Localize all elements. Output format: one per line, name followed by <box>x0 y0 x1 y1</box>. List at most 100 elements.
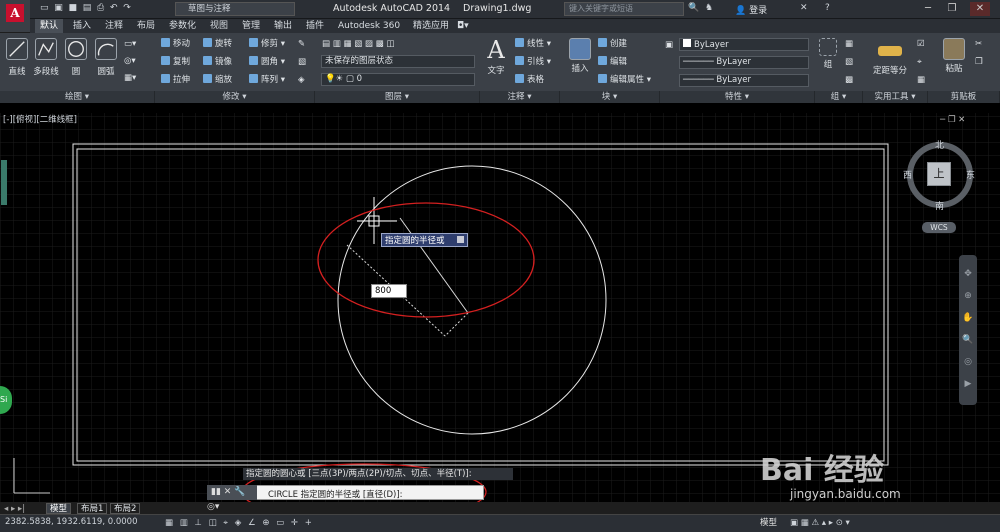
edit-block-button[interactable]: 编辑 <box>598 56 627 68</box>
print-icon[interactable]: ⎙ <box>97 3 104 13</box>
rotate-button[interactable]: 旋转 <box>203 38 232 50</box>
scale-button[interactable]: 缩放 <box>203 74 232 86</box>
navigation-bar[interactable]: ✥ ⊕ ✋ 🔍 ◎ ▶ <box>959 255 977 405</box>
login-button[interactable]: 👤 登录 <box>735 3 767 16</box>
region-icon[interactable]: ▦▾ <box>124 72 136 84</box>
group-button[interactable]: 组 <box>817 38 839 70</box>
panel-annotation-title[interactable]: 注释 ▾ <box>480 91 560 103</box>
copy-clip-icon[interactable]: ❐ <box>975 56 983 68</box>
rectangle-icon[interactable]: ▭▾ <box>124 38 136 50</box>
command-line-controls[interactable]: ▮▮ ✕ 🔧 ◎▾ <box>207 485 257 512</box>
search-input[interactable]: 键入关键字或短语 <box>564 2 684 16</box>
quick-select-icon[interactable]: ☑ <box>917 38 925 50</box>
minimize-button[interactable]: ─ <box>918 2 938 16</box>
panel-properties-title[interactable]: 特性 ▾ <box>660 91 815 103</box>
maximize-button[interactable]: ❐ <box>942 2 962 16</box>
layer-state-dropdown[interactable]: 未保存的图层状态 <box>321 55 475 68</box>
panel-block-title[interactable]: 块 ▾ <box>560 91 660 103</box>
panel-utilities-title[interactable]: 实用工具 ▾ <box>863 91 928 103</box>
infocenter-icon[interactable]: ♞ <box>705 3 713 16</box>
id-point-icon[interactable]: ⌖ <box>917 56 922 68</box>
drafting-toggles-icons[interactable]: ▦ ▥ ⊥ ◫ ⌖ ◈ ∠ ⊕ ▭ ✛ + <box>165 517 314 529</box>
save-icon[interactable]: ■ <box>69 3 78 13</box>
panel-draw-title[interactable]: 绘图 ▾ <box>0 91 155 103</box>
erase-icon[interactable]: ✎ <box>298 38 305 50</box>
layer-tools-icons[interactable]: ▤ ▥ ▦ ▧ ▨ ▩ ◫ <box>322 38 394 50</box>
viewcube-east[interactable]: 东 <box>966 168 975 181</box>
tab-toggle-icon[interactable]: ◘▾ <box>452 19 474 33</box>
viewcube-south[interactable]: 南 <box>935 199 944 212</box>
offset-icon[interactable]: ◈ <box>298 74 305 86</box>
tab-parametric[interactable]: 参数化 <box>164 19 201 33</box>
measure-button[interactable]: 定距等分 <box>870 38 910 76</box>
line-button[interactable]: 直线 <box>4 38 30 77</box>
copy-button[interactable]: 复制 <box>161 56 190 68</box>
open-icon[interactable]: ▣ <box>54 3 63 13</box>
redo-icon[interactable]: ↷ <box>123 3 131 13</box>
calculator-icon[interactable]: ▦ <box>917 74 925 86</box>
tab-layout1[interactable]: 布局1 <box>77 503 108 514</box>
edit-attributes-button[interactable]: 编辑属性 ▾ <box>598 74 651 86</box>
viewcube-top-face[interactable]: 上 <box>927 162 951 186</box>
navigation-tools-icons[interactable]: ✥ ⊕ ✋ 🔍 ◎ ▶ <box>959 255 977 395</box>
side-palette-handle[interactable] <box>1 160 7 205</box>
mirror-button[interactable]: 镜像 <box>203 56 232 68</box>
tab-layout[interactable]: 布局 <box>132 19 160 33</box>
search-icon[interactable]: 🔍 <box>688 3 699 16</box>
panel-modify-title[interactable]: 修改 ▾ <box>155 91 315 103</box>
tab-autodesk360[interactable]: Autodesk 360 <box>333 19 405 33</box>
color-dropdown[interactable]: ByLayer <box>679 38 809 51</box>
linear-button[interactable]: 线性 ▾ <box>515 38 551 50</box>
table-button[interactable]: 表格 <box>515 74 544 86</box>
tab-output[interactable]: 输出 <box>269 19 297 33</box>
tab-plugins[interactable]: 插件 <box>301 19 329 33</box>
insert-button[interactable]: 插入 <box>566 38 594 74</box>
undo-icon[interactable]: ↶ <box>110 3 118 13</box>
tab-insert[interactable]: 插入 <box>68 19 96 33</box>
drawing-area-graphics[interactable] <box>0 103 1000 502</box>
stretch-button[interactable]: 拉伸 <box>161 74 190 86</box>
model-space-button[interactable]: 模型 <box>760 516 777 528</box>
app-menu-button[interactable]: A <box>0 0 30 32</box>
tab-manage[interactable]: 管理 <box>237 19 265 33</box>
circle-button[interactable]: 圆 <box>63 38 89 77</box>
exchange-icon[interactable]: ✕ <box>800 3 808 16</box>
new-icon[interactable]: ▭ <box>40 3 49 13</box>
explode-icon[interactable]: ▧ <box>298 56 306 68</box>
cut-icon[interactable]: ✂ <box>975 38 982 50</box>
tab-view[interactable]: 视图 <box>205 19 233 33</box>
command-close-icon[interactable]: ▮▮ ✕ 🔧 ◎▾ <box>207 487 245 512</box>
create-block-button[interactable]: 创建 <box>598 38 627 50</box>
tab-annotate[interactable]: 注释 <box>100 19 128 33</box>
tab-model[interactable]: 模型 <box>46 503 72 514</box>
group-edit-icon[interactable]: ▧ <box>845 56 853 68</box>
viewport-label[interactable]: [-][俯视][二维线框] <box>3 113 77 125</box>
leader-button[interactable]: 引线 ▾ <box>515 56 551 68</box>
paste-button[interactable]: 粘贴 <box>942 38 966 74</box>
viewcube-north[interactable]: 北 <box>935 138 944 151</box>
panel-clipboard-title[interactable]: 剪贴板 <box>928 91 1000 103</box>
viewport-controls-icon[interactable]: ─ ❐ ✕ <box>940 114 965 126</box>
text-button[interactable]: A 文字 <box>483 36 509 76</box>
wcs-menu[interactable]: WCS <box>922 222 956 233</box>
hatch-icon[interactable]: ◎▾ <box>124 55 136 67</box>
tooltip-option-icon[interactable] <box>456 236 464 243</box>
workspace-dropdown[interactable]: 草图与注释 <box>175 2 295 16</box>
trim-button[interactable]: 修剪 ▾ <box>249 38 285 50</box>
save-as-icon[interactable]: ▤ <box>83 3 92 13</box>
ungroup-icon[interactable]: ▦ <box>845 38 853 50</box>
quick-access-toolbar[interactable]: ▭ ▣ ■ ▤ ⎙ ↶ ↷ <box>40 3 131 16</box>
lineweight-dropdown[interactable]: ────── ByLayer <box>679 74 809 87</box>
radius-dynamic-input[interactable]: 800 <box>371 284 407 298</box>
current-layer-dropdown[interactable]: 💡☀ ▢ 0 <box>321 73 475 86</box>
group-select-icon[interactable]: ▩ <box>845 74 853 86</box>
polyline-button[interactable]: 多段线 <box>31 38 61 77</box>
panel-groups-title[interactable]: 组 ▾ <box>815 91 863 103</box>
panel-layers-title[interactable]: 图层 ▾ <box>315 91 480 103</box>
tab-featured-apps[interactable]: 精选应用 <box>408 19 454 33</box>
tab-layout2[interactable]: 布局2 <box>110 503 141 514</box>
tab-home[interactable]: 默认 <box>35 19 64 33</box>
arc-button[interactable]: 圆弧 <box>93 38 119 77</box>
match-properties-icon[interactable]: ▣ <box>665 39 673 51</box>
move-button[interactable]: 移动 <box>161 38 190 50</box>
